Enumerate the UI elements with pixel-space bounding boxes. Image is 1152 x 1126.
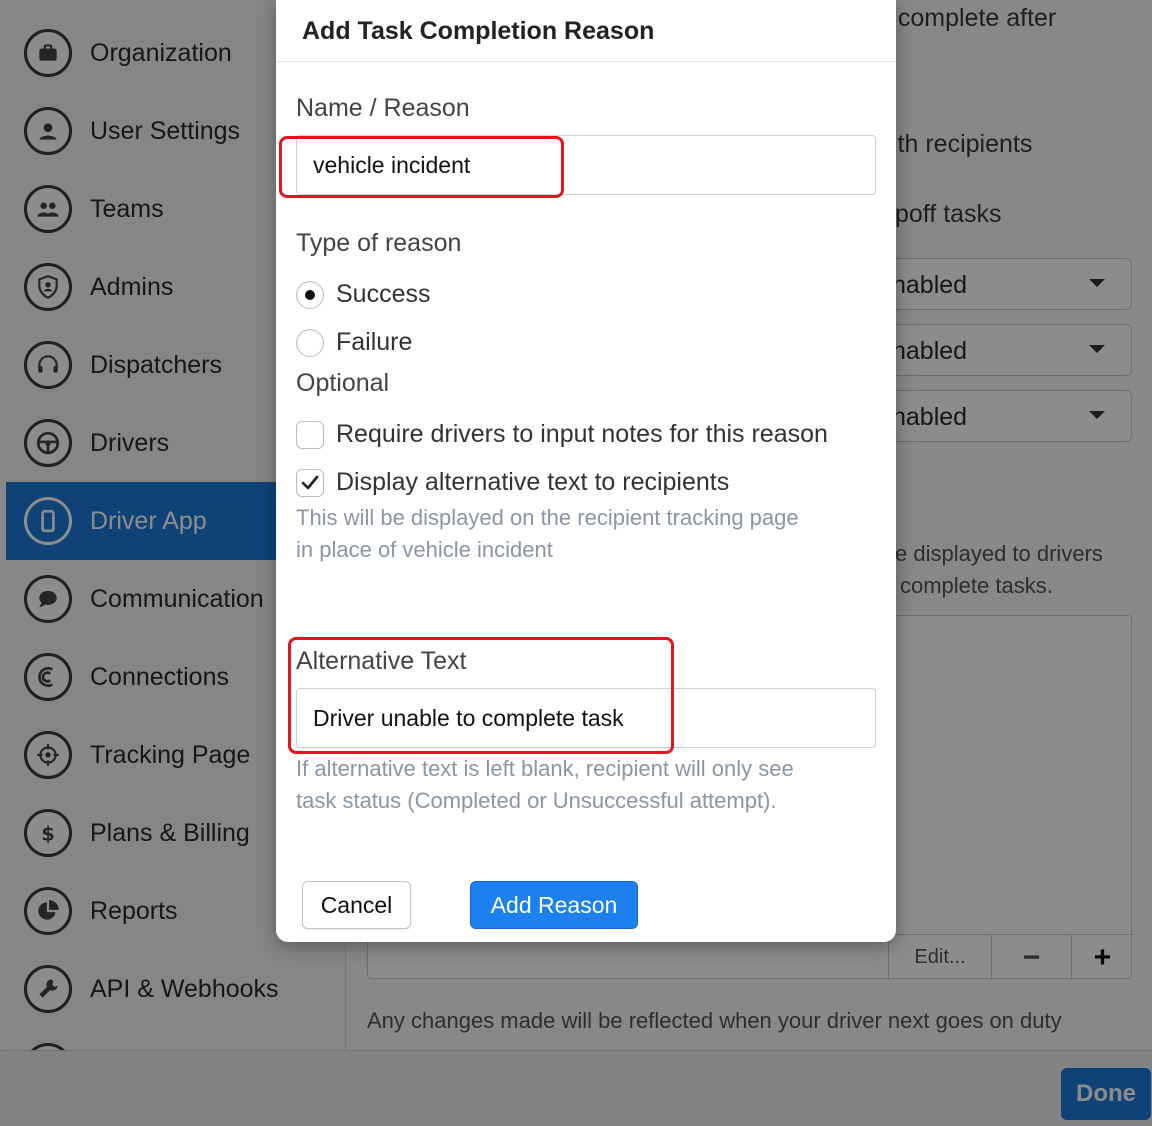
- radio-failure[interactable]: Failure: [296, 328, 412, 357]
- alt-text-help: If alternative text is left blank, recip…: [296, 756, 794, 813]
- checkbox[interactable]: [296, 420, 324, 449]
- radio-button[interactable]: [296, 280, 324, 309]
- display-alt-text-checkbox[interactable]: Display alternative text to recipients: [296, 468, 729, 497]
- display-alt-help: This will be displayed on the recipient …: [296, 505, 799, 562]
- checkbox[interactable]: [296, 468, 324, 497]
- checkbox-label: Display alternative text to recipients: [336, 468, 730, 496]
- highlight-box: [279, 136, 564, 198]
- radio-success[interactable]: Success: [296, 280, 430, 309]
- checkbox-label: Require drivers to input notes for this …: [336, 420, 828, 448]
- require-notes-checkbox[interactable]: Require drivers to input notes for this …: [296, 420, 828, 449]
- radio-button[interactable]: [296, 328, 324, 357]
- radio-label: Success: [336, 280, 431, 308]
- highlight-box: [288, 637, 674, 754]
- cancel-button[interactable]: Cancel: [302, 881, 411, 929]
- checkmark-icon: [301, 475, 319, 489]
- add-completion-reason-modal: Add Task Completion Reason Name / Reason…: [276, 0, 896, 942]
- modal-header: Add Task Completion Reason: [276, 0, 896, 62]
- optional-label: Optional: [296, 369, 390, 397]
- name-label: Name / Reason: [296, 94, 470, 122]
- modal-title: Add Task Completion Reason: [302, 17, 655, 45]
- type-label: Type of reason: [296, 229, 462, 257]
- add-reason-button[interactable]: Add Reason: [470, 881, 638, 929]
- radio-label: Failure: [336, 328, 413, 356]
